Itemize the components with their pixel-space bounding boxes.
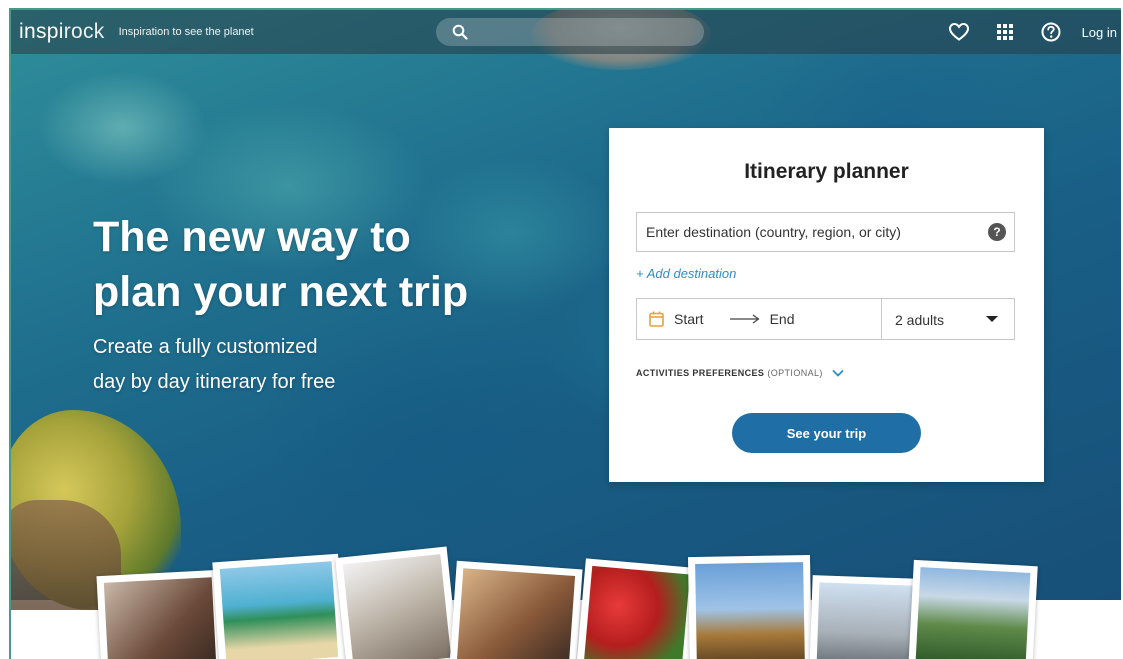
logo-text-bold: inspi <box>19 20 64 43</box>
hero-headline-line-2: plan your next trip <box>93 268 469 316</box>
photo-mountain-lake <box>908 559 1038 659</box>
travelers-value: 2 adults <box>895 312 945 328</box>
prefs-label: ACTIVITIES PREFERENCES <box>636 368 765 378</box>
date-range-picker[interactable]: Start End <box>636 298 882 340</box>
chevron-down-icon <box>832 369 844 377</box>
activities-preferences-toggle[interactable]: ACTIVITIES PREFERENCES (OPTIONAL) <box>636 368 844 378</box>
search-icon <box>452 24 468 40</box>
planner-title: Itinerary planner <box>744 160 909 183</box>
tagline: Inspiration to see the planet <box>118 26 254 38</box>
help-icon[interactable]: ? <box>988 223 1006 241</box>
photo-castle <box>809 575 921 659</box>
photo-image <box>816 582 914 659</box>
travelers-select[interactable]: 2 adults <box>881 298 1015 340</box>
top-nav-actions: Log in <box>936 10 1121 54</box>
hero-headline-line-1: The new way to <box>93 213 411 261</box>
photo-red-tulips <box>576 558 698 659</box>
photo-eiffel-tower <box>687 554 813 659</box>
destination-field: ? <box>636 212 1015 252</box>
photo-image <box>456 568 576 659</box>
photo-image <box>103 577 217 659</box>
logo-text-light: rock <box>63 20 105 43</box>
heart-icon <box>948 23 969 41</box>
destination-input[interactable] <box>637 213 976 251</box>
photo-image <box>695 562 805 659</box>
hero-sub-line-1: Create a fully customized <box>93 336 318 358</box>
help-circle-icon <box>1041 22 1061 42</box>
see-your-trip-button[interactable]: See your trip <box>732 413 921 453</box>
photo-image <box>219 561 339 659</box>
add-destination-link[interactable]: + Add destination <box>636 266 736 281</box>
start-date-label[interactable]: Start <box>674 311 704 327</box>
favorites-button[interactable] <box>936 10 982 54</box>
prefs-optional-label: (OPTIONAL) <box>767 368 823 378</box>
photo-image <box>584 565 690 659</box>
hero-sub-line-2: day by day itinerary for free <box>93 371 336 393</box>
search-bar[interactable] <box>436 18 704 46</box>
arrow-right-icon <box>729 314 760 324</box>
browser-frame: inspirock Inspiration to see the planet <box>9 8 1121 659</box>
photo-selfie-people <box>449 560 583 659</box>
login-link[interactable]: Log in <box>1082 25 1117 40</box>
grid-icon <box>996 24 1013 40</box>
end-date-label[interactable]: End <box>770 311 795 327</box>
hero-headline: The new way to plan your next trip <box>93 210 468 320</box>
photo-image <box>342 554 452 659</box>
itinerary-planner-card: Itinerary planner ? + Add destination St… <box>609 128 1044 482</box>
photo-statue-of-david <box>335 546 459 659</box>
caret-down-icon <box>986 316 998 322</box>
photo-image <box>915 567 1031 659</box>
photo-friends-selfie <box>96 569 224 659</box>
hero-subheading: Create a fully customized day by day iti… <box>93 330 335 400</box>
logo[interactable]: inspirock <box>19 20 105 44</box>
calendar-icon <box>649 311 664 327</box>
help-button[interactable] <box>1028 10 1074 54</box>
top-nav-bar: inspirock Inspiration to see the planet <box>11 10 1121 54</box>
photo-tropical-beach <box>212 553 346 659</box>
apps-menu-button[interactable] <box>982 10 1028 54</box>
